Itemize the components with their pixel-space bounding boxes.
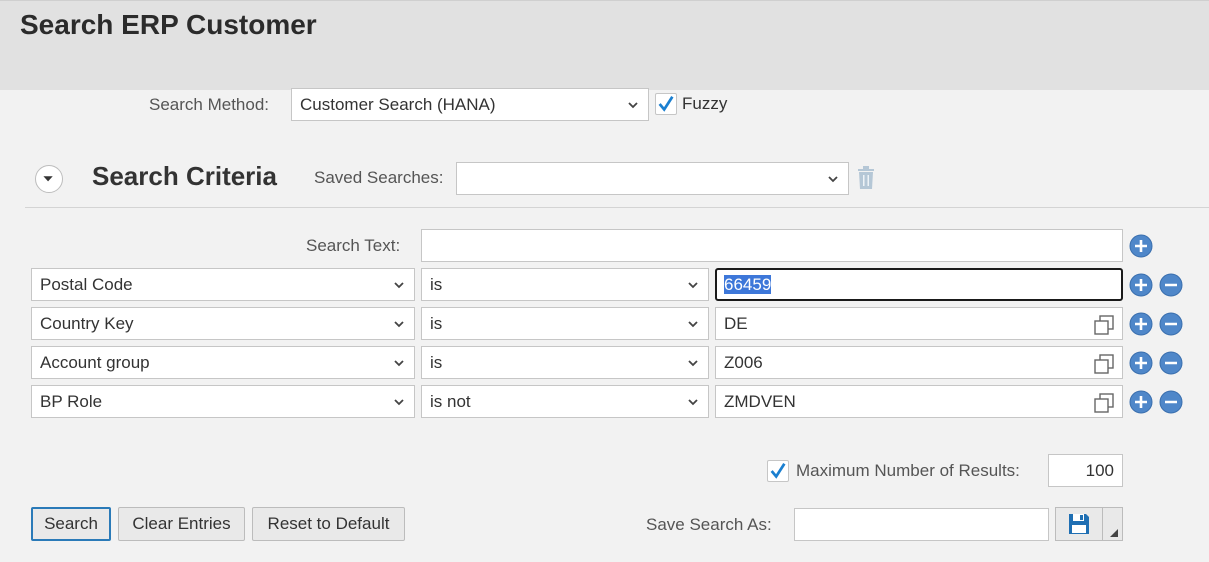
search-method-select[interactable]: Customer Search (HANA) <box>291 88 649 121</box>
criteria-field-select[interactable]: Account group <box>31 346 415 379</box>
criteria-field-value: Postal Code <box>40 275 133 294</box>
max-results-label: Maximum Number of Results: <box>796 461 1020 480</box>
copy-icon[interactable] <box>1094 315 1114 335</box>
search-text-input[interactable] <box>421 229 1123 262</box>
save-search-as-label: Save Search As: <box>646 515 772 534</box>
criteria-field-value: Account group <box>40 353 150 372</box>
criteria-operator-select[interactable]: is not <box>421 385 709 418</box>
criteria-value-text: ZMDVEN <box>724 392 796 411</box>
chevron-down-icon <box>394 321 404 328</box>
collapse-arrow-icon <box>43 176 53 182</box>
fuzzy-checkbox[interactable] <box>655 93 677 115</box>
chevron-down-icon <box>628 102 638 109</box>
remove-icon[interactable] <box>1159 273 1183 297</box>
criteria-field-select[interactable]: BP Role <box>31 385 415 418</box>
max-results-input[interactable]: 100 <box>1048 454 1123 487</box>
criteria-operator-select[interactable]: is <box>421 346 709 379</box>
chevron-down-icon <box>394 399 404 406</box>
criteria-field-value: BP Role <box>40 392 103 411</box>
checkmark-icon <box>658 95 674 112</box>
criteria-value-text: DE <box>724 314 748 333</box>
add-icon[interactable] <box>1129 312 1153 336</box>
copy-icon[interactable] <box>1094 354 1114 374</box>
criteria-field-select[interactable]: Country Key <box>31 307 415 340</box>
criteria-value-input[interactable]: ZMDVEN <box>715 385 1123 418</box>
chevron-down-icon <box>688 360 698 367</box>
search-button[interactable]: Search <box>31 507 111 541</box>
reset-to-default-button[interactable]: Reset to Default <box>252 507 405 541</box>
criteria-field-select[interactable]: Postal Code <box>31 268 415 301</box>
criteria-operator-value: is <box>430 275 443 294</box>
criteria-value-text: 66459 <box>724 275 772 294</box>
chevron-down-icon <box>688 399 698 406</box>
max-results-value: 100 <box>1085 461 1114 480</box>
search-method-label: Search Method: <box>149 95 270 114</box>
search-method-value: Customer Search (HANA) <box>300 95 496 114</box>
criteria-operator-value: is <box>430 353 443 372</box>
criteria-value-input[interactable]: 66459 <box>715 268 1123 301</box>
chevron-down-icon <box>688 321 698 328</box>
criteria-operator-select[interactable]: is <box>421 307 709 340</box>
criteria-operator-value: is not <box>430 392 471 411</box>
page-header: Search ERP Customer <box>0 0 1209 90</box>
criteria-value-input[interactable]: Z006 <box>715 346 1123 379</box>
copy-icon[interactable] <box>1094 393 1114 413</box>
criteria-field-value: Country Key <box>40 314 134 333</box>
criteria-value-text: Z006 <box>724 353 763 372</box>
criteria-value-input[interactable]: DE <box>715 307 1123 340</box>
save-icon <box>1069 514 1089 534</box>
page-title: Search ERP Customer <box>20 9 317 40</box>
trash-icon[interactable] <box>856 166 876 190</box>
remove-icon[interactable] <box>1159 390 1183 414</box>
collapse-criteria-button[interactable] <box>35 165 63 193</box>
fuzzy-label: Fuzzy <box>682 94 728 113</box>
chevron-down-icon <box>688 282 698 289</box>
criteria-operator-value: is <box>430 314 443 333</box>
search-criteria-title: Search Criteria <box>92 161 277 191</box>
saved-searches-select[interactable] <box>456 162 849 195</box>
checkmark-icon <box>770 462 786 479</box>
save-options-dropdown[interactable] <box>1102 507 1123 541</box>
add-icon[interactable] <box>1129 273 1153 297</box>
add-icon[interactable] <box>1129 390 1153 414</box>
chevron-down-icon <box>394 360 404 367</box>
remove-icon[interactable] <box>1159 312 1183 336</box>
max-results-checkbox[interactable] <box>767 460 789 482</box>
dropdown-corner-icon <box>1110 529 1118 537</box>
clear-entries-button[interactable]: Clear Entries <box>118 507 245 541</box>
save-search-as-input[interactable] <box>794 508 1049 541</box>
section-divider <box>25 207 1209 208</box>
search-text-label: Search Text: <box>306 236 401 255</box>
chevron-down-icon <box>394 282 404 289</box>
criteria-operator-select[interactable]: is <box>421 268 709 301</box>
chevron-down-icon <box>828 176 838 183</box>
save-search-button[interactable] <box>1055 507 1103 541</box>
saved-searches-label: Saved Searches: <box>314 168 444 187</box>
add-icon[interactable] <box>1129 234 1153 258</box>
add-icon[interactable] <box>1129 351 1153 375</box>
remove-icon[interactable] <box>1159 351 1183 375</box>
